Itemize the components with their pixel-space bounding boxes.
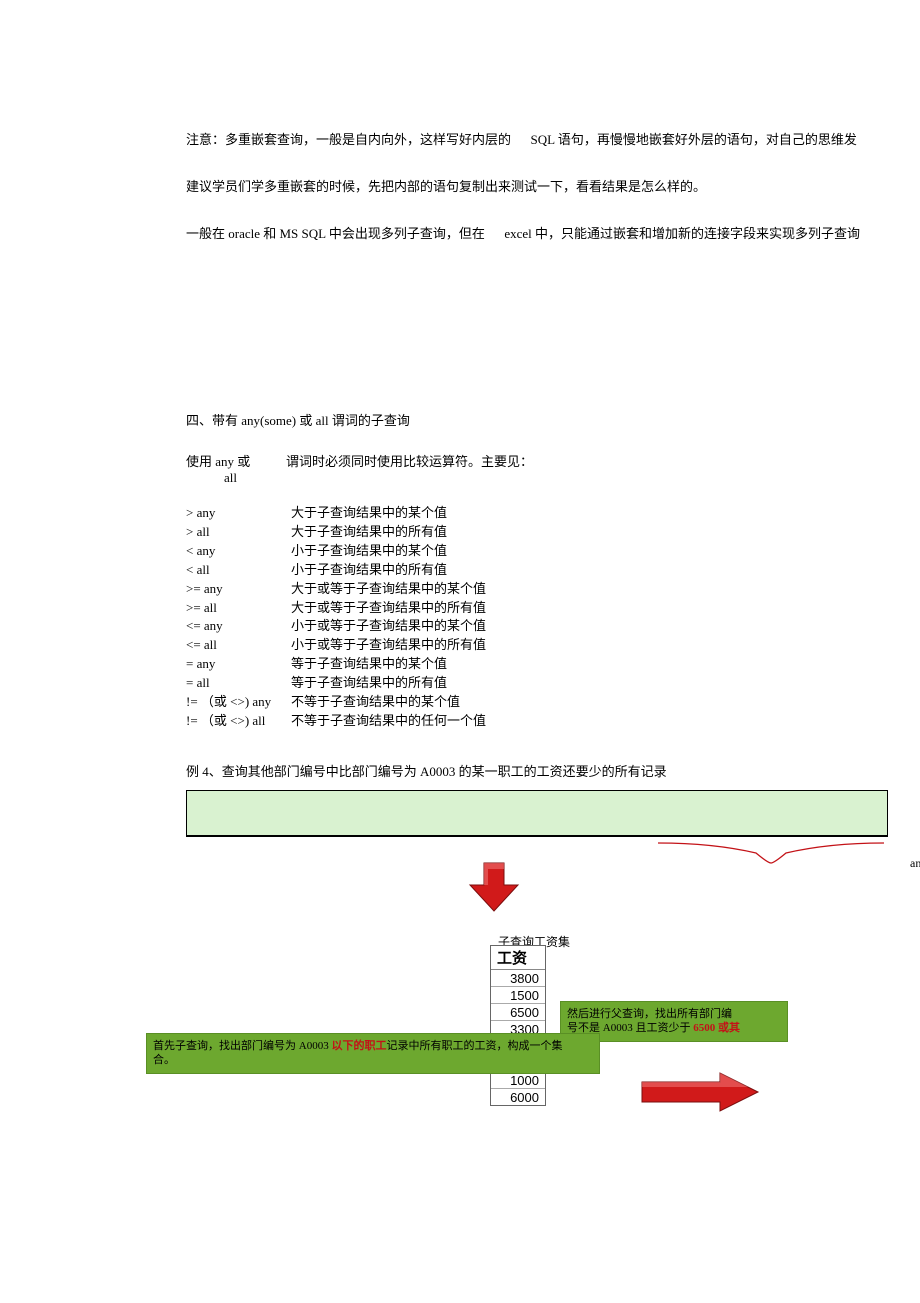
table-cell: 6000 xyxy=(491,1089,545,1105)
table-cell: 1500 xyxy=(491,987,545,1004)
usage-left-2: all xyxy=(186,470,286,486)
op-desc: 等于子查询结果中的某个值 xyxy=(291,655,447,674)
op: != （或 <>) all xyxy=(186,712,291,731)
op-desc: 大于子查询结果中的某个值 xyxy=(291,504,447,523)
table-cell: 3800 xyxy=(491,970,545,987)
usage-left-1: 使用 any 或 xyxy=(186,451,286,470)
op-desc: 小于子查询结果中的所有值 xyxy=(291,561,447,580)
op: != （或 <>) any xyxy=(186,693,291,712)
op-desc: 小于或等于子查询结果中的所有值 xyxy=(291,636,486,655)
op: = any xyxy=(186,655,291,674)
operator-table: > any大于子查询结果中的某个值 > all大于子查询结果中的所有值 < an… xyxy=(186,504,920,730)
callout-sub-query: 首先子查询，找出部门编号为 A0003 以下的职工记录中所有职工的工资，构成一个… xyxy=(146,1033,600,1075)
diagram-area: 子查询工资集 工资 3800 1500 6500 3300 3000 5500 … xyxy=(186,841,920,1211)
salary-table: 工资 3800 1500 6500 3300 3000 5500 1000 60… xyxy=(490,945,546,1106)
op-desc: 等于子查询结果中的所有值 xyxy=(291,674,447,693)
usage-row: 使用 any 或 all 谓词时必须同时使用比较运算符。主要见： xyxy=(186,451,920,486)
op: < any xyxy=(186,542,291,561)
op-desc: 小于或等于子查询结果中的某个值 xyxy=(291,617,486,636)
usage-right: 谓词时必须同时使用比较运算符。主要见： xyxy=(286,451,533,486)
table-cell: 6500 xyxy=(491,1004,545,1021)
text: 一般在 oracle 和 MS SQL 中会出现多列子查询，但在 xyxy=(186,226,485,241)
table-header: 工资 xyxy=(491,946,545,970)
op: > any xyxy=(186,504,291,523)
curly-brace-icon xyxy=(656,841,886,865)
sql-box xyxy=(186,790,888,837)
op: < all xyxy=(186,561,291,580)
highlight-text: 6500 或其 xyxy=(693,1022,740,1034)
op: >= any xyxy=(186,580,291,599)
highlight-text: 以下的职工 xyxy=(331,1040,386,1052)
paragraph-general: 一般在 oracle 和 MS SQL 中会出现多列子查询，但在 excel 中… xyxy=(186,224,920,245)
op-desc: 不等于子查询结果中的任何一个值 xyxy=(291,712,486,731)
text: excel 中，只能通过嵌套和增加新的连接字段来实现多列子查询 xyxy=(504,226,860,241)
and-label: and xyxy=(910,856,920,871)
op-desc: 小于子查询结果中的某个值 xyxy=(291,542,447,561)
op-desc: 大于或等于子查询结果中的所有值 xyxy=(291,599,486,618)
text: 首先子查询，找出部门编号为 A0003 xyxy=(153,1040,331,1052)
op: = all xyxy=(186,674,291,693)
arrow-right-icon xyxy=(640,1071,760,1113)
text: 合。 xyxy=(153,1053,593,1068)
text: SQL 语句，再慢慢地嵌套好外层的语句，对自己的思维发 xyxy=(531,132,857,147)
paragraph-suggestion: 建议学员们学多重嵌套的时候，先把内部的语句复制出来测试一下，看看结果是怎么样的。 xyxy=(186,177,920,198)
paragraph-note: 注意：多重嵌套查询，一般是自内向外，这样写好内层的 SQL 语句，再慢慢地嵌套好… xyxy=(186,130,920,151)
text: 记录中所有职工的工资，构成一个集 xyxy=(386,1040,562,1052)
op-desc: 大于子查询结果中的所有值 xyxy=(291,523,447,542)
text: 然后进行父查询，找出所有部门编 xyxy=(567,1007,781,1022)
op: <= any xyxy=(186,617,291,636)
text: 注意：多重嵌套查询，一般是自内向外，这样写好内层的 xyxy=(186,132,511,147)
op: >= all xyxy=(186,599,291,618)
section-heading: 四、带有 any(some) 或 all 谓词的子查询 xyxy=(186,410,920,429)
arrow-down-icon xyxy=(466,859,522,915)
op: <= all xyxy=(186,636,291,655)
op-desc: 大于或等于子查询结果中的某个值 xyxy=(291,580,486,599)
op-desc: 不等于子查询结果中的某个值 xyxy=(291,693,460,712)
op: > all xyxy=(186,523,291,542)
text: 建议学员们学多重嵌套的时候，先把内部的语句复制出来测试一下，看看结果是怎么样的。 xyxy=(186,179,706,194)
example-title: 例 4、查询其他部门编号中比部门编号为 A0003 的某一职工的工资还要少的所有… xyxy=(186,761,920,780)
